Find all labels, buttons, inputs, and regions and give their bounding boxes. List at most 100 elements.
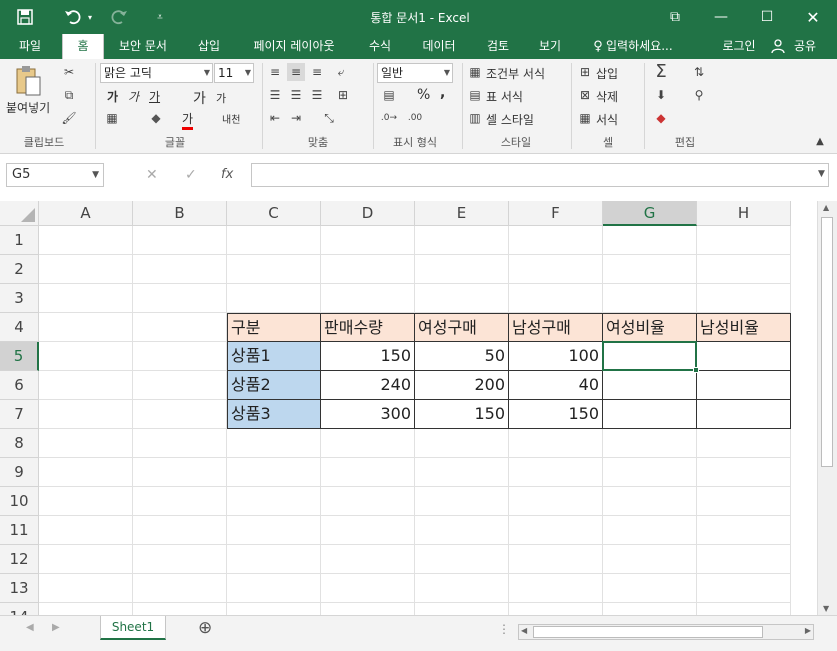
cell[interactable] [227,574,321,603]
table-header-cell[interactable]: 남성비율 [697,313,791,342]
ribbon-display-icon[interactable]: ⧉ [652,0,698,34]
value-cell[interactable]: 150 [509,400,603,429]
scroll-right-icon[interactable]: ▶ [805,626,811,635]
cut-icon[interactable]: ✂ [60,63,78,81]
value-cell[interactable]: 40 [509,371,603,400]
accounting-format-icon[interactable]: ▤ [378,86,400,104]
percent-button[interactable]: % [417,87,430,103]
value-cell[interactable] [697,371,791,400]
cell[interactable] [415,545,509,574]
horizontal-scrollbar[interactable]: ◀ ▶ [518,624,814,640]
sign-in-link[interactable]: 로그인 [712,34,766,59]
clear-icon[interactable]: ◆ [650,109,672,127]
cell[interactable] [509,487,603,516]
cell[interactable] [603,516,697,545]
sort-filter-icon[interactable]: ⇅ [688,63,710,81]
cell[interactable] [697,516,791,545]
value-cell[interactable] [603,400,697,429]
fill-color-icon[interactable]: ◆ [146,109,166,127]
row-header[interactable]: 4 [0,313,39,342]
shrink-font-button[interactable]: 가 [216,90,226,106]
border-icon[interactable]: ▦ [102,109,122,127]
vertical-scroll-thumb[interactable] [821,217,833,467]
comma-button[interactable]: , [440,85,445,101]
table-header-cell[interactable]: 남성구매 [509,313,603,342]
tab-insert[interactable]: 삽입 [186,34,232,59]
paste-icon[interactable] [8,63,48,99]
row-header[interactable]: 14 [0,603,39,615]
insert-function-icon[interactable]: fx [221,167,233,182]
item-label-cell[interactable]: 상품1 [227,342,321,371]
cell[interactable] [321,226,415,255]
cell[interactable] [415,487,509,516]
row-header[interactable]: 10 [0,487,39,516]
cell[interactable] [509,545,603,574]
save-icon[interactable] [10,0,40,34]
cell[interactable] [133,371,227,400]
cell[interactable] [697,574,791,603]
scroll-up-icon[interactable]: ▲ [823,203,829,212]
value-cell[interactable] [603,342,697,371]
table-header-cell[interactable]: 여성비율 [603,313,697,342]
format-cells-button[interactable]: 서식 [596,111,618,128]
cell[interactable] [133,458,227,487]
cell[interactable] [509,429,603,458]
tab-security[interactable]: 보안 문서 [108,34,178,59]
cell[interactable] [509,574,603,603]
scroll-down-icon[interactable]: ▼ [823,604,829,613]
cell[interactable] [697,458,791,487]
wrap-text-icon[interactable]: ⤶ [332,63,350,81]
collapse-ribbon-icon[interactable]: ▲ [812,133,828,149]
table-format-button[interactable]: 표 서식 [486,88,523,105]
cell[interactable] [227,516,321,545]
cancel-icon[interactable]: ✕ [146,167,158,183]
align-center-icon[interactable]: ☰ [287,86,305,104]
cell[interactable] [321,255,415,284]
row-header[interactable]: 3 [0,284,39,313]
cell[interactable] [321,487,415,516]
value-cell[interactable] [697,400,791,429]
cell[interactable] [697,487,791,516]
tab-review[interactable]: 검토 [476,34,520,59]
customize-toolbar-icon[interactable]: ⩡ [150,0,170,34]
row-header[interactable]: 11 [0,516,39,545]
close-button[interactable]: ✕ [790,0,836,34]
minimize-button[interactable]: — [698,0,744,34]
cell[interactable] [39,574,133,603]
value-cell[interactable]: 50 [415,342,509,371]
cell-style-button[interactable]: 셀 스타일 [486,111,534,128]
cell[interactable] [603,574,697,603]
autosum-icon[interactable]: Σ [650,61,672,82]
cell[interactable] [415,603,509,615]
cell[interactable] [509,458,603,487]
cell[interactable] [697,255,791,284]
row-header[interactable]: 8 [0,429,39,458]
row-header[interactable]: 12 [0,545,39,574]
next-sheet-icon[interactable]: ▶ [52,622,60,633]
format-cells-icon[interactable]: ▦ [576,109,594,127]
cell[interactable] [697,226,791,255]
format-painter-icon[interactable]: 🖌 [60,109,78,127]
cell[interactable] [227,226,321,255]
cell[interactable] [415,284,509,313]
maximize-button[interactable]: ☐ [744,0,790,34]
increase-decimal-icon[interactable]: .0→ [378,109,400,127]
increase-indent-icon[interactable]: ⇥ [287,109,305,127]
cell[interactable] [133,603,227,615]
copy-icon[interactable]: ⧉ [60,86,78,104]
cell[interactable] [603,603,697,615]
font-size-select[interactable]: 11 ▼ [214,63,254,83]
cell[interactable] [133,516,227,545]
table-format-icon[interactable]: ▤ [466,86,484,104]
merge-center-icon[interactable]: ⊞ [332,86,354,104]
cell[interactable] [415,429,509,458]
cell[interactable] [509,516,603,545]
tab-view[interactable]: 보기 [528,34,572,59]
font-name-select[interactable]: 맑은 고딕 ▼ [100,63,213,83]
cell[interactable] [39,487,133,516]
cell[interactable] [133,313,227,342]
insert-cells-button[interactable]: 삽입 [596,65,618,82]
formula-input[interactable] [251,163,829,187]
cell[interactable] [39,284,133,313]
value-cell[interactable]: 150 [321,342,415,371]
